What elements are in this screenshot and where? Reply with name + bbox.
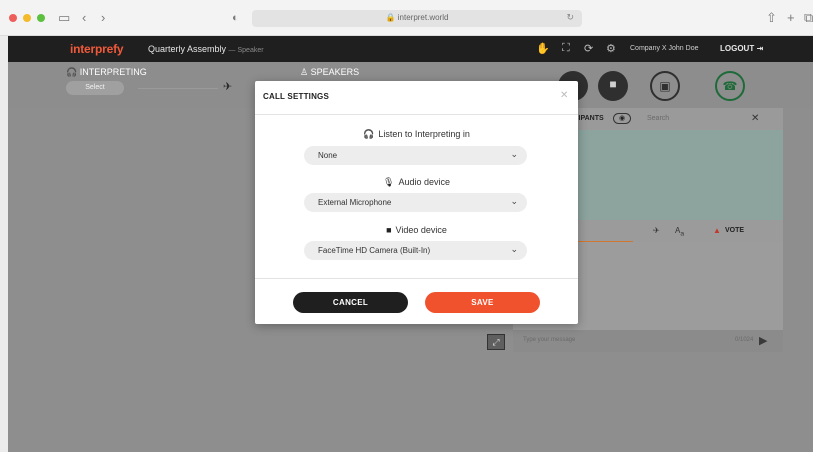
lock-icon: 🔒 <box>385 13 396 22</box>
microphone-icon: 🎙 <box>383 177 395 187</box>
send-icon[interactable]: ▶ <box>759 334 767 347</box>
hang-up-button[interactable]: ☎ <box>715 71 745 101</box>
modal-footer-divider <box>255 278 578 279</box>
modal-header-divider <box>255 114 578 115</box>
headphones-icon: 🎧 <box>363 129 375 139</box>
brand-logo: interprefy <box>70 42 124 56</box>
save-button[interactable]: SAVE <box>425 292 540 313</box>
app-header: interprefy Quarterly Assembly — Speaker … <box>8 36 813 62</box>
phone-icon: ☎ <box>722 79 738 93</box>
room-role: — Speaker <box>228 47 264 54</box>
call-settings-modal: CALL SETTINGS ✕ 🎧 Listen to Interpreting … <box>255 81 578 324</box>
shield-icon[interactable]: ◐ <box>232 10 239 26</box>
message-char-limit: 0/1024 <box>735 337 754 343</box>
back-icon[interactable]: ‹ <box>82 10 86 26</box>
refresh-icon[interactable]: ⟳ <box>584 42 593 55</box>
audio-label: 🎙 Audio device <box>383 177 450 187</box>
audio-device-select[interactable]: External Microphone ⌄ <box>304 193 527 212</box>
minimize-window-button[interactable] <box>23 14 31 22</box>
interpreting-label: 🎧 INTERPRETING <box>66 67 147 77</box>
user-name: Company X John Doe <box>630 45 699 52</box>
text-size-icon[interactable]: Aa <box>675 226 684 238</box>
mute-speaker-icon[interactable]: ✈ <box>223 80 232 93</box>
share-icon[interactable]: ⇧ <box>766 10 777 26</box>
listen-label: 🎧 Listen to Interpreting in <box>363 129 470 139</box>
vote-icon: ▲ <box>713 226 721 235</box>
gear-icon[interactable]: ⚙ <box>606 42 616 55</box>
listen-select[interactable]: None ⌄ <box>304 146 527 165</box>
chevron-down-icon: ⌄ <box>510 149 518 159</box>
tabs-overview-icon[interactable]: ⧉ <box>804 10 813 26</box>
reload-icon[interactable]: ↻ <box>566 12 574 23</box>
listen-select-value: None <box>318 151 338 160</box>
maximize-window-button[interactable] <box>37 14 45 22</box>
close-icon[interactable]: ✕ <box>560 90 568 101</box>
participants-search[interactable]: Search <box>647 115 669 122</box>
audio-select-value: External Microphone <box>318 198 392 207</box>
chevron-down-icon: ⌄ <box>510 196 518 206</box>
address-bar[interactable]: 🔒 interpret.world ↻ <box>252 10 582 27</box>
volume-slider[interactable] <box>138 88 218 89</box>
speakers-label: ♙ SPEAKERS <box>300 67 360 77</box>
chevron-down-icon: ⌄ <box>510 244 518 254</box>
forward-icon[interactable]: › <box>101 10 105 26</box>
logout-button[interactable]: LOGOUT ⇥ <box>720 44 763 53</box>
video-label: ■ Video device <box>386 225 447 235</box>
video-camera-icon: ■ <box>386 225 392 235</box>
modal-title: CALL SETTINGS <box>263 92 330 101</box>
logout-icon: ⇥ <box>756 44 764 53</box>
bottom-area <box>66 352 813 452</box>
cancel-button[interactable]: CANCEL <box>293 292 408 313</box>
interpreting-select[interactable]: Select <box>66 81 124 95</box>
left-gutter <box>8 108 66 452</box>
close-window-button[interactable] <box>9 14 17 22</box>
message-bar: Type your message 0/1024 ▶ <box>513 330 783 352</box>
raise-hand-icon[interactable]: ✋ <box>536 42 550 55</box>
video-device-select[interactable]: FaceTime HD Camera (Built-In) ⌄ <box>304 241 527 260</box>
headphones-icon: 🎧 <box>66 67 78 77</box>
camera-button[interactable]: ■ <box>598 71 628 101</box>
new-tab-icon[interactable]: + <box>787 10 795 26</box>
mute-all-icon[interactable]: ✈ <box>653 226 660 235</box>
browser-chrome: ▭ ‹ › ◐ 🔒 interpret.world ↻ ⇧ + ⧉ <box>0 0 813 36</box>
expand-video-button[interactable]: ⤢ <box>487 334 505 350</box>
right-gutter <box>783 108 813 352</box>
sidebar-icon[interactable]: ▭ <box>58 10 70 26</box>
close-icon[interactable]: ✕ <box>751 113 759 124</box>
share-screen-button[interactable]: ▣ <box>650 71 680 101</box>
tab-vote[interactable]: VOTE <box>725 227 744 234</box>
url-text: 🔒 interpret.world <box>385 13 449 22</box>
fullscreen-icon[interactable]: ⛶ <box>562 42 570 55</box>
screen-share-icon: ▣ <box>659 79 671 93</box>
room-title: Quarterly Assembly — Speaker <box>148 44 264 54</box>
participants-eye-icon[interactable]: ◉ <box>613 113 631 124</box>
message-input[interactable]: Type your message <box>523 337 575 343</box>
speaker-icon: ♙ <box>300 67 309 77</box>
video-select-value: FaceTime HD Camera (Built-In) <box>318 246 431 255</box>
video-icon: ■ <box>609 77 617 91</box>
